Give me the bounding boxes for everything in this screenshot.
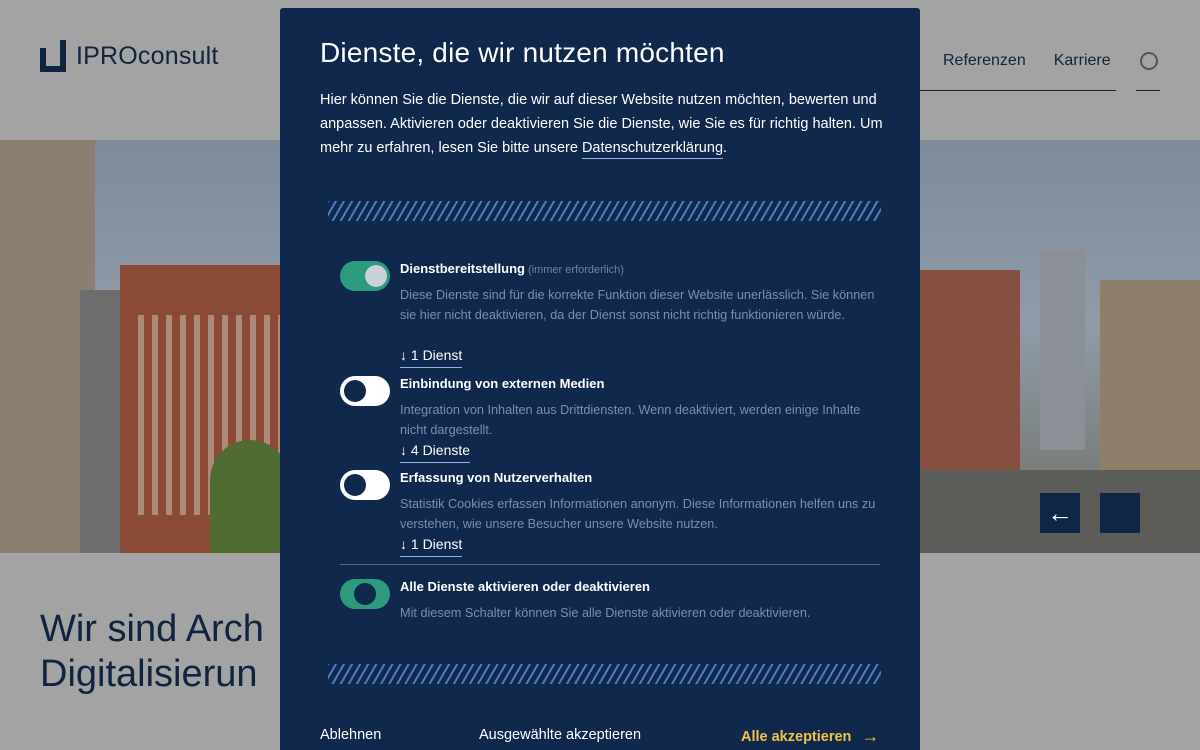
service-dienstbereitstellung: Dienstbereitstellung (immer erforderlich)… <box>340 261 880 371</box>
all-services-title: Alle Dienste aktivieren oder deaktiviere… <box>400 579 650 594</box>
arrow-left-icon: ← <box>1047 497 1073 528</box>
service-description: Statistik Cookies erfassen Informationen… <box>400 497 876 531</box>
modal-title: Dienste, die wir nutzen möchten <box>320 37 725 68</box>
slider-prev-button[interactable]: ← <box>1040 493 1080 533</box>
modal-description: Hier können Sie die Dienste, die wir auf… <box>320 88 885 160</box>
service-description: Integration von Inhalten aus Drittdienst… <box>400 403 861 437</box>
main-nav: Referenzen Karriere <box>943 52 1111 70</box>
modal-description-end: . <box>723 140 728 156</box>
service-description: Diese Dienste sind für die korrekte Funk… <box>400 288 875 322</box>
service-count-link[interactable]: ↓ 1 Dienst <box>400 347 463 368</box>
accept-all-button[interactable]: Alle akzeptieren → <box>741 726 879 747</box>
privacy-policy-link[interactable]: Datenschutzerklärung <box>581 140 724 159</box>
stripe-divider-bottom <box>328 664 881 684</box>
required-note: (immer erforderlich) <box>527 264 624 276</box>
accept-all-label: Alle akzeptieren <box>741 728 852 745</box>
slider-next-button[interactable] <box>1100 493 1140 533</box>
service-title: Einbindung von externen Medien <box>400 376 605 391</box>
headline-line-2: Digitalisierun <box>40 653 258 695</box>
site-logo[interactable]: IPROconsult <box>40 40 219 72</box>
nav-item-referenzen[interactable]: Referenzen <box>943 52 1026 70</box>
service-externe-medien: Einbindung von externen Medien Integrati… <box>340 376 880 466</box>
services-divider <box>340 564 880 565</box>
service-all: Alle Dienste aktivieren oder deaktiviere… <box>340 579 880 629</box>
service-title-text: Dienstbereitstellung <box>400 261 525 276</box>
all-services-description: Mit diesem Schalter können Sie alle Dien… <box>400 606 811 620</box>
arrow-right-icon: → <box>861 726 880 746</box>
service-nutzerverhalten: Erfassung von Nutzerverhalten Statistik … <box>340 470 880 560</box>
service-count-link[interactable]: ↓ 4 Dienste <box>400 442 471 463</box>
page-headline: Wir sind Arch Digitalisierun <box>40 607 280 697</box>
stripe-divider-top <box>328 201 881 221</box>
service-title: Erfassung von Nutzerverhalten <box>400 470 593 485</box>
nav-underline <box>905 90 1116 91</box>
toggle-externe-medien[interactable] <box>340 376 390 406</box>
toggle-nutzerverhalten[interactable] <box>340 470 390 500</box>
service-count-link[interactable]: ↓ 1 Dienst <box>400 536 463 557</box>
consent-modal: Dienste, die wir nutzen möchten Hier kön… <box>280 8 920 750</box>
logo-icon <box>40 40 66 72</box>
search-underline <box>1136 90 1160 91</box>
headline-line-1: Wir sind Arch <box>40 608 264 650</box>
toggle-dienstbereitstellung[interactable] <box>340 261 390 291</box>
nav-item-karriere[interactable]: Karriere <box>1054 52 1111 70</box>
logo-text: IPROconsult <box>76 41 219 70</box>
toggle-all-services[interactable] <box>340 579 390 609</box>
service-title: Dienstbereitstellung (immer erforderlich) <box>400 261 624 276</box>
decline-button[interactable]: Ablehnen <box>320 727 381 743</box>
search-icon[interactable] <box>1140 52 1158 70</box>
accept-selected-button[interactable]: Ausgewählte akzeptieren <box>479 727 641 743</box>
